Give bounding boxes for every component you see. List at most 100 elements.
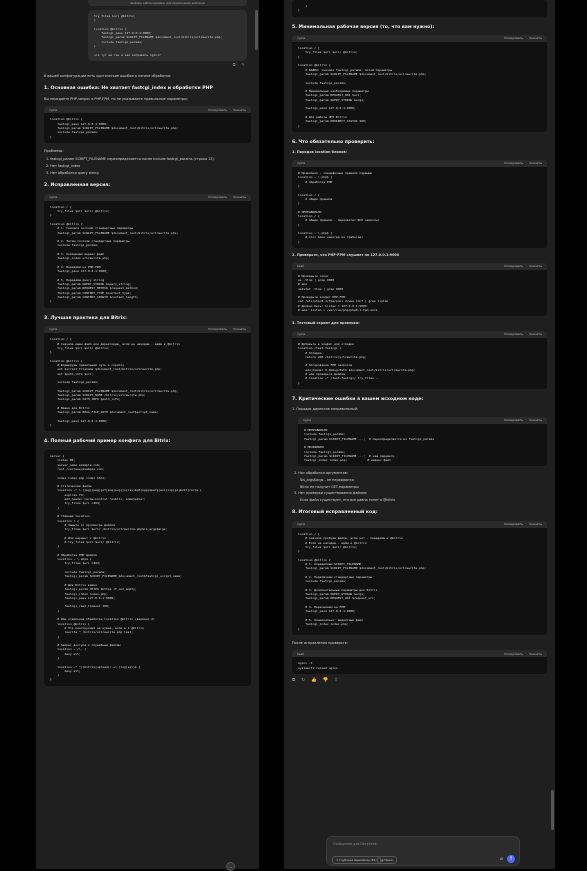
download-button[interactable]: Скачать [529, 522, 542, 527]
chat-panel-right: } } 5. Минимальная рабочая версия (то, ч… [284, 0, 555, 869]
list-item: 3. Нет проверки существования файлов: [294, 491, 368, 496]
copy-button[interactable]: Копировать [208, 327, 227, 332]
code-block: server { listen 80; server_name example.… [44, 450, 251, 686]
heading-1: 1. Основная ошибка: Не хватает fastcgi_i… [44, 86, 213, 92]
copy-icon[interactable]: ⧉ [292, 678, 295, 684]
scrollbar[interactable] [551, 790, 554, 830]
code-lang: nginx [49, 327, 58, 332]
code-block: nginx Копировать Скачать location / { # Сн… [44, 326, 251, 432]
top-banner: Шаблон заблокировано для приложения шабл… [88, 0, 247, 6]
copy-button[interactable]: Копировать [208, 195, 227, 200]
copy-button[interactable]: Копировать [504, 332, 523, 337]
user-message-actions: ⧉ ✎ [44, 62, 245, 68]
scrollbar[interactable] [255, 10, 258, 50]
code-lang: nginx [297, 161, 306, 166]
code-block: nginx Копировать Скачать # НЕПРАВИЛЬНО inc… [298, 417, 547, 467]
download-button[interactable]: Скачать [529, 36, 542, 41]
code-block: nginx Копировать Скачать location @bitrix … [44, 106, 251, 143]
code-block: bash Копировать Скачать nginx -t systemctl… [292, 650, 547, 675]
attach-icon[interactable]: ⌀ [500, 856, 503, 862]
code-lang: nginx [297, 522, 306, 527]
code-content: location @bitrix { fastcgi_pass 127.0.0.… [50, 117, 179, 139]
list-item: Если файл существует, его все равно гоня… [300, 497, 396, 502]
code-lang: nginx [49, 107, 58, 112]
code-lang: bash [297, 651, 305, 656]
heading-8: 8. Итоговый исправленный код: [292, 510, 378, 516]
code-content: nginx -t systemctl reload nginx [298, 661, 338, 670]
copy-button[interactable]: Копировать [504, 522, 523, 527]
message-composer[interactable]: Сообщение для DeepSeek ⚛ Глубокое мышлен… [326, 836, 520, 866]
copy-button[interactable]: Копировать [504, 161, 523, 166]
code-lang: bash [297, 263, 305, 268]
list-item: 3. Нет обработки query string [46, 170, 99, 175]
code-block: nginx Копировать Скачать location / { try_… [44, 193, 251, 308]
code-block: nginx Копировать Скачать location / { try_… [292, 35, 547, 132]
send-button[interactable]: ↑ [507, 855, 515, 863]
deepthink-label: Глубокое мышление (R1) [339, 858, 377, 862]
list-item: Bitrix не получит GET-параметры [300, 484, 359, 489]
search-label: Поиск [384, 858, 394, 862]
code-content: } } [298, 4, 308, 13]
list-item: 2. Нет обработки аргументов: [294, 471, 348, 476]
code-content: location / { # Сначала ищем файл или дир… [50, 337, 181, 428]
download-button[interactable]: Скачать [529, 264, 542, 269]
code-block: nginx Копировать Скачать location / { # Сн… [292, 521, 547, 635]
subheading: 3. Тестовый скрипт для проверки: [292, 321, 360, 326]
code-block: bash Копировать Скачать # Проверьте сокет … [292, 262, 547, 317]
download-button[interactable]: Скачать [233, 327, 246, 332]
list-item: $is_args$args - не передаются [300, 478, 354, 483]
download-button[interactable]: Скачать [233, 195, 246, 200]
arrow-up-icon: ↑ [508, 856, 514, 862]
heading-7: 7. Критические ошибки в вашем исходном к… [292, 396, 424, 402]
subheading: 1. Порядок location блоков: [292, 150, 347, 155]
copy-button[interactable]: Копировать [208, 108, 227, 113]
message-actions: ⧉ ↻ 👍 👎 ⇪ [292, 678, 547, 684]
code-content: location / { try_files $uri $uri/ @bitri… [298, 46, 427, 128]
deepthink-toggle[interactable]: ⚛ Глубокое мышление (R1) [332, 856, 381, 864]
download-button[interactable]: Скачать [529, 652, 542, 657]
heading-3: 3. Лучшая практика для Bitrix: [44, 315, 127, 321]
download-button[interactable]: Скачать [233, 108, 246, 113]
code-lang: nginx [303, 418, 312, 423]
intro-text: В вашей конфигурации есть критические ош… [44, 73, 172, 78]
code-content: server { listen 80; server_name example.… [50, 454, 202, 682]
code-content: # НЕПРАВИЛЬНО include fastcgi_params; fa… [304, 428, 435, 463]
message-input[interactable]: Сообщение для DeepSeek [333, 842, 377, 846]
download-button[interactable]: Скачать [529, 418, 542, 423]
code-block: nginx Копировать Скачать # Правильно - спе… [292, 160, 547, 249]
thumbs-down-icon[interactable]: 👎 [323, 678, 329, 684]
code-content: # Правильно - специфичные правила первым… [298, 171, 380, 244]
chat-panel-left: Шаблон заблокировано для приложения шабл… [36, 0, 259, 869]
list-item: 2. Нет fastcgi_index [46, 164, 81, 169]
code-lang: nginx [297, 332, 306, 337]
paragraph: 1. Порядок директив неправильный: [292, 407, 359, 412]
code-lang: nginx [297, 36, 306, 41]
test-title: После исправления проверьте: [292, 640, 349, 645]
copy-button[interactable]: Копировать [504, 264, 523, 269]
search-toggle[interactable]: ◍ Поиск [377, 856, 398, 864]
heading-4: 4. Полный рабочий пример конфига для Bit… [44, 439, 171, 445]
code-block: } } [292, 0, 547, 17]
code-block: nginx Копировать Скачать # Добавьте в конф… [292, 330, 547, 389]
copy-icon[interactable]: ⧉ [233, 62, 236, 68]
code-lang: nginx [49, 195, 58, 199]
user-message: try_files $uri @bitrix; } location @bitr… [88, 10, 247, 61]
paragraph-1: Вы передаёте PHP-запрос в PHP-FPM, но не… [44, 96, 188, 101]
download-button[interactable]: Скачать [529, 161, 542, 166]
heading-2: 2. Исправленная версия: [44, 183, 111, 189]
thumbs-up-icon[interactable]: 👍 [311, 678, 317, 684]
code-content: # Добавьте в конфиг для отладки location… [298, 341, 416, 385]
copy-button[interactable]: Копировать [504, 652, 523, 657]
scroll-down-icon[interactable]: ⌄ [226, 862, 235, 871]
regenerate-icon[interactable]: ↻ [301, 678, 305, 684]
code-content: location / { try_files $uri $uri/ @bitri… [50, 204, 179, 304]
subheading: 2. Проверьте, что PHP-FPM слушает на 127… [292, 253, 400, 258]
share-icon[interactable]: ⇪ [334, 678, 338, 684]
code-content: # Проверьте сокет ss -tlnp | grep 9000 #… [298, 273, 389, 313]
copy-button[interactable]: Копировать [504, 418, 523, 423]
download-button[interactable]: Скачать [529, 332, 542, 337]
problems-title: Проблемы: [44, 148, 64, 153]
code-content: location / { # Сначала пробуем файлы, ес… [298, 532, 427, 631]
edit-icon[interactable]: ✎ [242, 62, 245, 68]
copy-button[interactable]: Копировать [504, 36, 523, 41]
